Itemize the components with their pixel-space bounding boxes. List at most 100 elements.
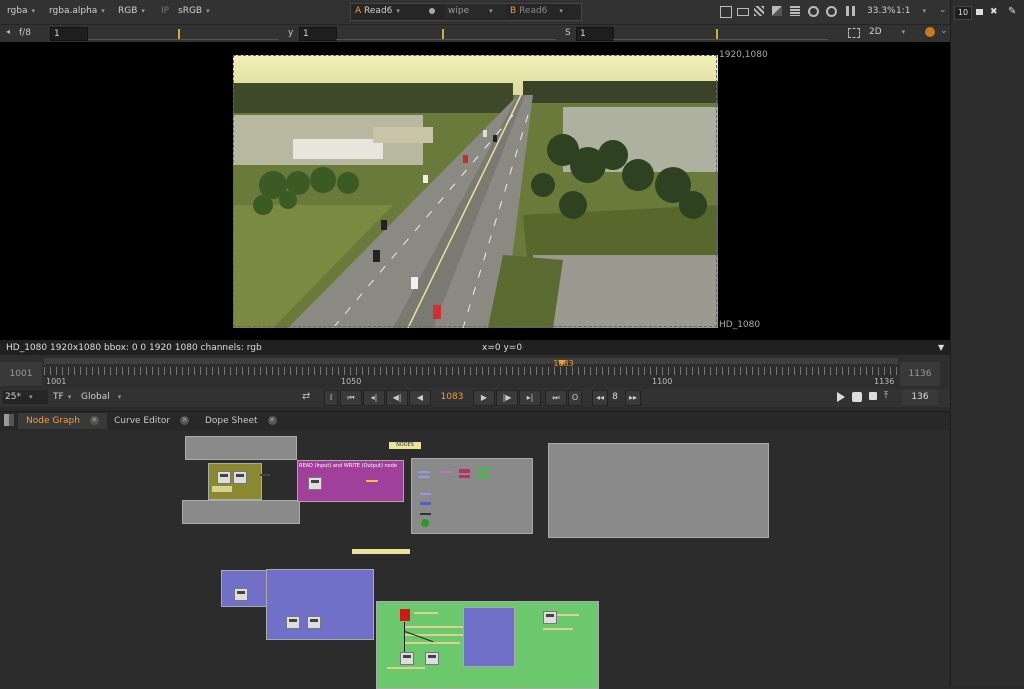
nodes-sticky-note[interactable]: NODES [389, 442, 421, 449]
node-thumbnail[interactable] [233, 471, 247, 484]
gain-slider-handle[interactable] [178, 29, 180, 39]
stop-icon[interactable] [826, 6, 837, 17]
node-thumbnail[interactable] [307, 616, 321, 629]
node-thumbnail[interactable] [234, 588, 248, 601]
close-icon[interactable]: ✕ [180, 416, 190, 425]
stereo-icon[interactable] [925, 27, 935, 37]
step-back-button[interactable]: ◂◂ [592, 390, 608, 406]
backdrop-gray-large[interactable] [548, 443, 769, 538]
flipbook-icon[interactable] [837, 392, 845, 402]
gain-field[interactable]: 1 [50, 27, 88, 41]
wipe-dropdown[interactable]: wipe ▾ [445, 4, 506, 18]
wipe-dot-icon[interactable] [429, 8, 435, 14]
backdrop-blue-inner[interactable] [463, 607, 515, 667]
pause-icon[interactable] [846, 6, 849, 16]
b-input-dropdown[interactable]: B Read6 ▾ [507, 4, 583, 18]
checker-icon[interactable] [754, 6, 764, 16]
prev-increment-button[interactable]: ◀| [386, 390, 408, 406]
prev-frame-button[interactable]: ◀ [409, 390, 431, 406]
refresh-icon[interactable] [808, 6, 819, 17]
expand-chevron-icon-2[interactable]: ⌄ [940, 26, 948, 36]
tab-curve-editor[interactable]: Curve Editor ✕ [106, 413, 197, 429]
timeline-ruler[interactable] [44, 367, 898, 375]
list-icon[interactable] [790, 6, 800, 16]
lock-panel-icon[interactable] [976, 9, 983, 15]
tab-dope-sheet[interactable]: Dope Sheet ✕ [197, 413, 285, 429]
range-dropdown[interactable]: Global ▾ [78, 390, 124, 404]
current-frame-field[interactable]: 1083 [434, 390, 470, 405]
next-increment-button[interactable]: ▸| [519, 390, 541, 406]
range-value: Global [81, 392, 110, 402]
saturation-slider[interactable] [613, 27, 828, 40]
legend-swatch [478, 475, 489, 478]
legend-swatch [420, 493, 431, 495]
gamma-field[interactable]: 1 [299, 27, 337, 41]
gamma-slider[interactable] [336, 27, 556, 40]
prev-keyframe-button[interactable]: ◂| [363, 390, 385, 406]
loop-icon[interactable]: ⇄ [302, 391, 310, 402]
end-frame-field[interactable]: 136 [902, 390, 938, 405]
info-expand-icon[interactable]: ▼ [938, 343, 944, 352]
tab-node-graph[interactable]: Node Graph ✕ [18, 413, 107, 429]
close-icon[interactable]: ✕ [267, 416, 277, 425]
gain-slider[interactable] [88, 27, 278, 40]
node-thumbnail[interactable] [425, 652, 439, 665]
close-icon[interactable]: ✕ [89, 416, 99, 425]
properties-count[interactable]: 10 [954, 6, 972, 20]
lut-dropdown[interactable]: sRGB ▾ [175, 4, 213, 18]
b-label: B [510, 6, 517, 16]
next-frame-button[interactable]: |▶ [496, 390, 518, 406]
out-button[interactable]: O [568, 390, 582, 406]
overlay-icon[interactable] [772, 6, 782, 16]
ratio-dropdown[interactable]: 1:1 ▾ [893, 4, 929, 18]
a-input-dropdown[interactable]: A Read6 ▾ [352, 4, 428, 18]
tf-dropdown[interactable]: TF ▾ [50, 390, 74, 404]
backdrop-gray-top[interactable] [185, 436, 297, 460]
first-frame-button[interactable]: ⏮ [340, 390, 362, 406]
node-link [260, 474, 270, 476]
node-thumbnail[interactable] [400, 652, 414, 665]
node-thumbnail[interactable] [217, 471, 231, 484]
timeline-end-field[interactable]: 1136 [900, 362, 940, 386]
region-icon[interactable] [848, 28, 860, 38]
view-mode-dropdown[interactable]: 2D ▾ [866, 25, 920, 39]
expand-chevron-icon[interactable]: ⌄ [939, 5, 947, 15]
clear-panel-icon[interactable]: ✖ [990, 7, 998, 17]
fps-dropdown[interactable]: 25* ▾ [2, 390, 48, 404]
timeline-label-1100: 1100 [652, 377, 673, 386]
timeline-track[interactable] [44, 358, 898, 364]
ip-toggle[interactable]: IP [158, 4, 172, 18]
channels-dropdown[interactable]: rgba ▾ [4, 4, 38, 18]
upload-icon[interactable]: ⤒ [884, 391, 888, 401]
display-dropdown[interactable]: RGB ▾ [115, 4, 148, 18]
legend-swatch [418, 476, 430, 478]
step-forward-button[interactable]: ▸▸ [625, 390, 641, 406]
saturation-slider-handle[interactable] [716, 29, 718, 39]
backdrop-nodes-legend[interactable] [411, 458, 533, 534]
step-field[interactable]: 8 [608, 390, 622, 405]
node-thumbnail[interactable] [286, 616, 300, 629]
timeline-start-field[interactable]: 1001 [0, 362, 42, 386]
sticky-note-bar[interactable] [352, 549, 410, 554]
backdrop-blue-large[interactable] [266, 569, 374, 640]
read-node[interactable] [308, 477, 322, 490]
pane-menu-icon[interactable] [4, 414, 14, 426]
record-icon[interactable] [852, 392, 862, 402]
in-out-button[interactable]: I [324, 390, 338, 406]
play-forward-button[interactable]: ▶ [473, 390, 495, 406]
tab-node-graph-label: Node Graph [26, 416, 80, 426]
backdrop-gray-mid[interactable] [182, 500, 300, 524]
node-label-stub [212, 486, 232, 492]
node-thumbnail[interactable] [543, 611, 557, 624]
last-frame-button[interactable]: ⏭ [545, 390, 567, 406]
edit-panel-icon[interactable]: ✎ [1008, 6, 1016, 17]
red-node[interactable] [400, 609, 410, 621]
display-mode-icon[interactable] [720, 6, 732, 18]
a-input-value: Read6 [364, 6, 393, 16]
gamma-slider-handle[interactable] [442, 29, 444, 39]
saturation-field[interactable]: 1 [576, 27, 614, 41]
alpha-dropdown[interactable]: rgba.alpha ▾ [46, 4, 108, 18]
lock-icon[interactable] [869, 392, 877, 400]
fstop-left-arrow-icon[interactable]: ◂ [6, 27, 10, 36]
roi-icon[interactable] [737, 8, 749, 16]
